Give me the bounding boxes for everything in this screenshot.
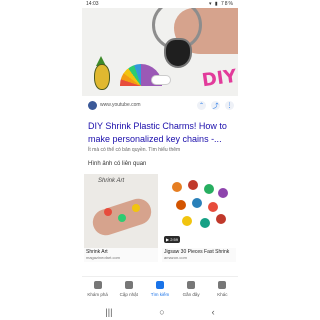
apple-charm bbox=[216, 214, 226, 224]
nav-updates[interactable]: Cập nhật bbox=[114, 277, 144, 303]
share-icon[interactable]: ⤴ bbox=[211, 101, 220, 110]
status-time: 14:03 bbox=[86, 1, 99, 7]
result-title[interactable]: DIY Shrink Plastic Charms! How to make p… bbox=[88, 120, 234, 146]
apple-charm bbox=[192, 198, 202, 208]
home-button[interactable]: ○ bbox=[159, 307, 164, 317]
video-duration-badge: ▶ 2:59 bbox=[164, 236, 180, 243]
nav-label: Tìm kiếm bbox=[150, 292, 170, 297]
back-button[interactable]: ‹ bbox=[212, 307, 215, 317]
inbox-icon bbox=[124, 281, 133, 289]
nav-more[interactable]: Khác bbox=[207, 277, 237, 303]
thumbnail-caption: Shrink Art bbox=[98, 178, 125, 184]
charm-yellow bbox=[132, 204, 140, 212]
cloud-charm bbox=[152, 76, 170, 84]
apple-charm bbox=[204, 184, 214, 194]
apple-charm bbox=[218, 188, 228, 198]
apple-charm bbox=[188, 180, 198, 190]
card-source: amazon.com bbox=[164, 255, 187, 260]
phone-screen: 14:03 ▾ ▮ 78% DIY www.youtube.com ⌃ ⤴ ⋮ … bbox=[82, 0, 238, 320]
result-image[interactable]: DIY bbox=[82, 8, 238, 96]
apple-charm bbox=[172, 182, 182, 192]
copyright-note: Ít mà có thể có bản quyền. Tìm hiểu thêm bbox=[88, 147, 181, 153]
recents-button[interactable]: ||| bbox=[105, 307, 112, 317]
status-indicators: ▾ ▮ 78% bbox=[208, 1, 234, 7]
apple-charm bbox=[176, 200, 186, 210]
source-url[interactable]: www.youtube.com bbox=[100, 102, 141, 108]
nav-discover[interactable]: Khám phá bbox=[83, 277, 113, 303]
status-bar: 14:03 ▾ ▮ 78% bbox=[82, 0, 238, 8]
related-card[interactable]: Shrink Art Shrink Art magazineofart.com bbox=[84, 174, 158, 262]
search-icon bbox=[155, 281, 164, 289]
related-thumbnail: Shrink Art bbox=[84, 174, 158, 248]
recent-icon bbox=[187, 281, 196, 289]
system-nav-bar: ||| ○ ‹ bbox=[82, 304, 238, 320]
charm-green bbox=[118, 214, 126, 222]
nav-search[interactable]: Tìm kiếm bbox=[145, 277, 175, 303]
nav-label: Khám phá bbox=[87, 292, 108, 297]
more-icon[interactable]: ⋮ bbox=[225, 101, 234, 110]
more-icon bbox=[218, 281, 227, 289]
bottom-nav: Khám phá Cập nhật Tìm kiếm Gần đây Khác bbox=[82, 276, 238, 303]
card-source: magazineofart.com bbox=[86, 255, 121, 260]
nav-label: Khác bbox=[217, 292, 228, 297]
nav-label: Cập nhật bbox=[119, 292, 138, 297]
apple-charm bbox=[200, 218, 210, 228]
source-row: www.youtube.com ⌃ ⤴ ⋮ bbox=[88, 101, 234, 111]
chevron-up-icon[interactable]: ⌃ bbox=[197, 101, 206, 110]
nav-recent[interactable]: Gần đây bbox=[176, 277, 206, 303]
apple-charm bbox=[208, 202, 218, 212]
related-images-heading: Hình ảnh có liên quan bbox=[88, 161, 147, 167]
related-card[interactable]: ▶ 2:59 Jigsaw 30 Pieces Fast Shrink amaz… bbox=[162, 174, 236, 262]
diy-logo: DIY bbox=[200, 65, 238, 92]
apple-charm bbox=[182, 216, 192, 226]
nav-label: Gần đây bbox=[182, 292, 200, 297]
key-charm-image bbox=[164, 38, 192, 68]
charm-red bbox=[104, 208, 112, 216]
related-thumbnail: ▶ 2:59 bbox=[162, 174, 236, 248]
source-actions: ⌃ ⤴ ⋮ bbox=[197, 101, 234, 110]
pineapple-charm bbox=[94, 64, 110, 90]
source-favicon bbox=[88, 101, 97, 110]
asterisk-icon bbox=[93, 281, 102, 289]
